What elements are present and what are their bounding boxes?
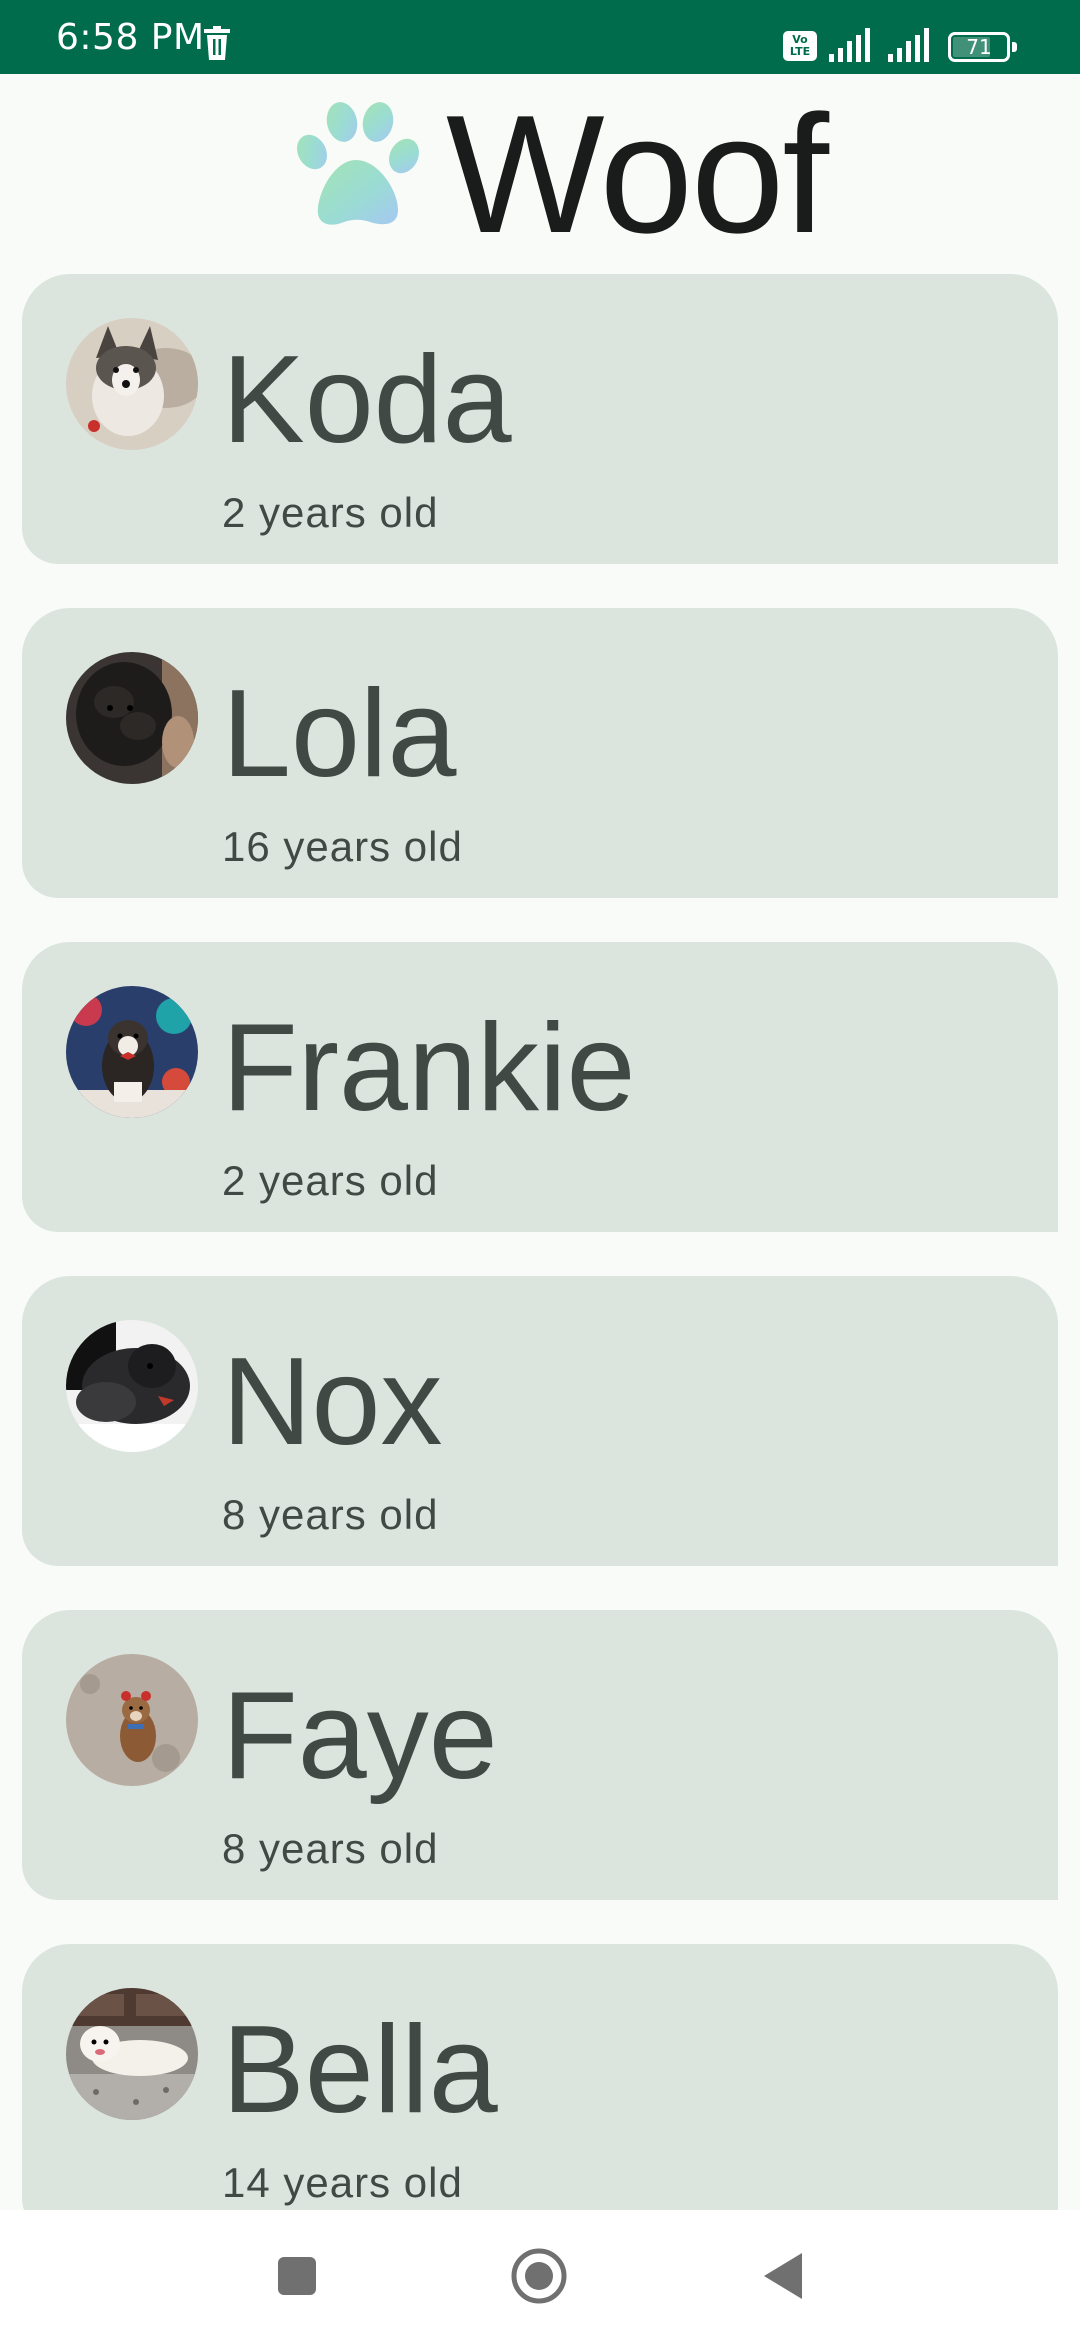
app-title: Woof: [446, 80, 829, 268]
battery-tip: [1012, 42, 1017, 52]
dog-list[interactable]: Koda 2 years old Lola 16 years old Frank…: [0, 274, 1080, 2210]
dog-card-koda[interactable]: Koda 2 years old: [22, 274, 1058, 564]
dog-age: 16 years old: [222, 823, 463, 870]
dog-card-nox[interactable]: Nox 8 years old: [22, 1276, 1058, 1566]
system-navigation-bar: [0, 2210, 1080, 2340]
home-icon[interactable]: [508, 2245, 570, 2307]
dog-photo-bella: [66, 1988, 198, 2120]
dog-age: 8 years old: [222, 1491, 439, 1538]
dog-age: 8 years old: [222, 1825, 439, 1872]
dog-photo-lola: [66, 652, 198, 784]
trash-icon: [204, 26, 230, 60]
dog-name: Bella: [222, 2001, 498, 2139]
dog-age: 14 years old: [222, 2159, 463, 2206]
dog-card-frankie[interactable]: Frankie 2 years old: [22, 942, 1058, 1232]
dog-photo-faye: [66, 1654, 198, 1786]
dog-name: Frankie: [222, 999, 636, 1137]
battery-percentage: 71: [966, 35, 992, 59]
dog-age: 2 years old: [222, 1157, 439, 1204]
dog-name: Faye: [222, 1667, 498, 1805]
dog-photo-frankie: [66, 986, 198, 1118]
app-bar: Woof: [0, 74, 1080, 274]
dog-photo-koda: [66, 318, 198, 450]
dog-photo-nox: [66, 1320, 198, 1452]
signal-icon: [829, 28, 870, 62]
dog-card-lola[interactable]: Lola 16 years old: [22, 608, 1058, 898]
signal-icon: [888, 28, 929, 62]
recent-apps-icon[interactable]: [266, 2245, 328, 2307]
paw-icon: [297, 102, 419, 225]
dog-name: Koda: [222, 331, 512, 469]
dog-age: 2 years old: [222, 489, 439, 536]
dog-name: Lola: [222, 665, 457, 803]
battery-icon: 71: [948, 32, 1020, 62]
back-icon[interactable]: [752, 2245, 814, 2307]
dog-name: Nox: [222, 1333, 443, 1471]
dog-card-bella[interactable]: Bella 14 years old: [22, 1944, 1058, 2210]
dog-card-faye[interactable]: Faye 8 years old: [22, 1610, 1058, 1900]
status-bar: 6:58 PM Vo LTE 71: [0, 0, 1080, 74]
status-time: 6:58 PM: [56, 17, 205, 58]
volte-icon: Vo LTE: [783, 31, 817, 61]
